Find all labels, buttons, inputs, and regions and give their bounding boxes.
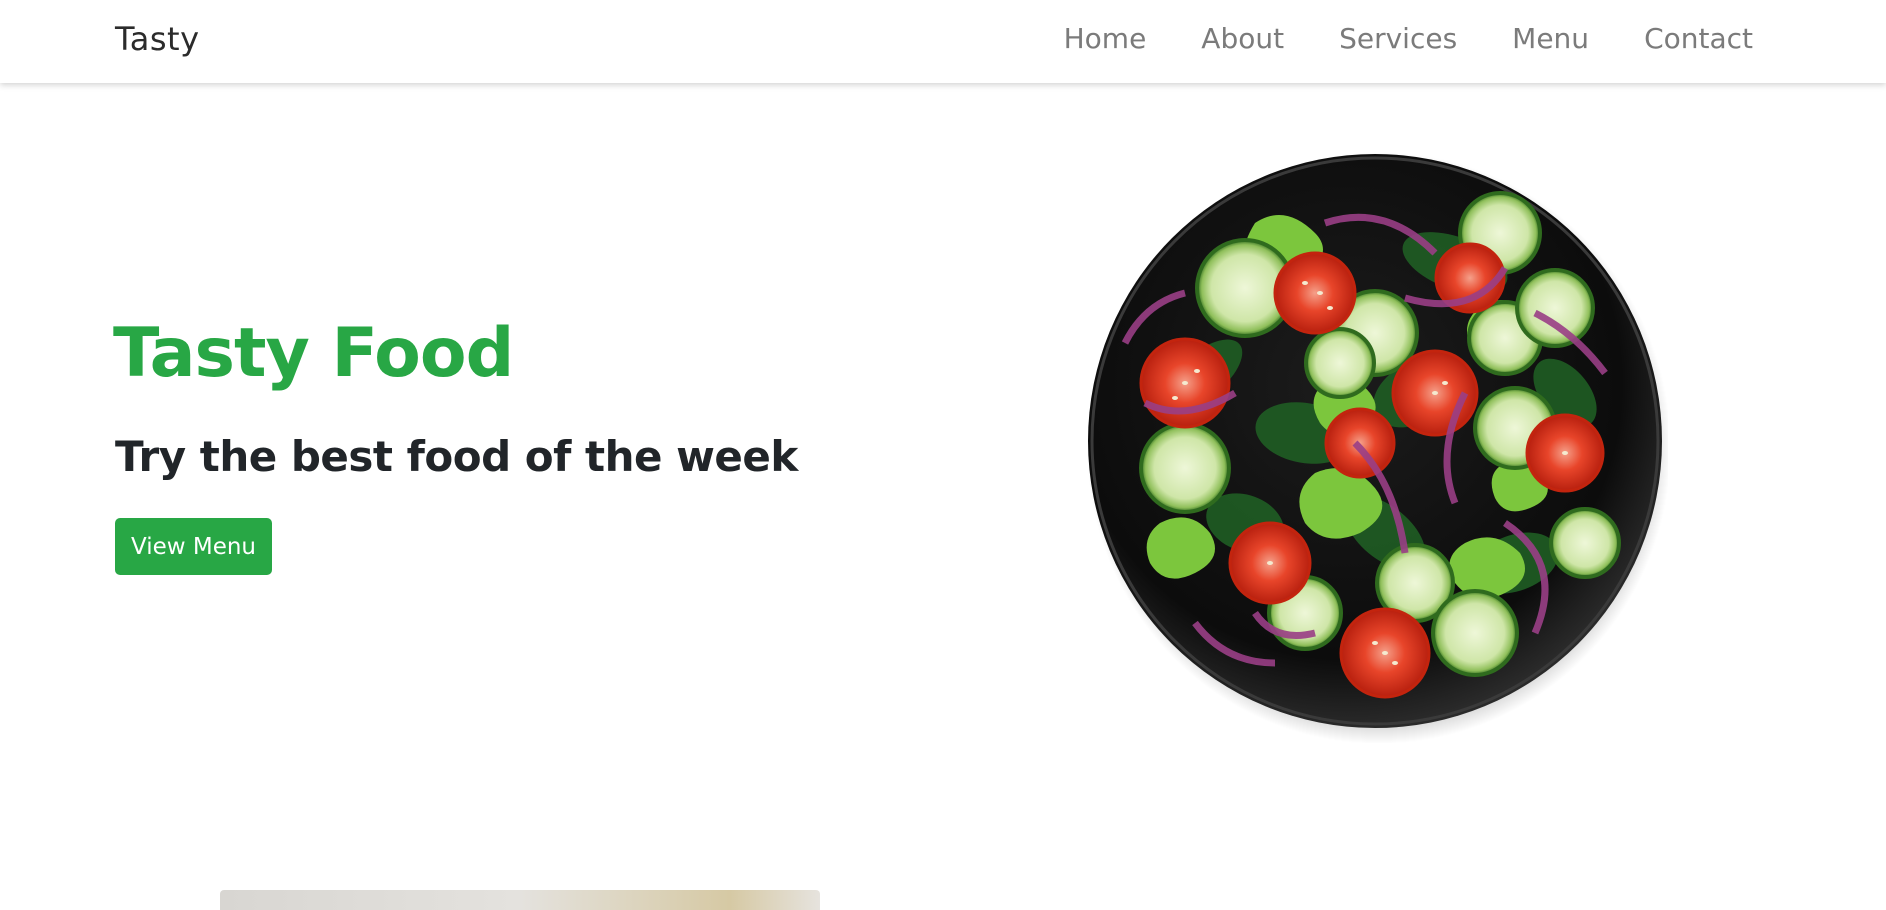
nav-link-about[interactable]: About (1201, 22, 1284, 55)
nav-link-home[interactable]: Home (1064, 22, 1147, 55)
salad-bowl-image (1085, 143, 1671, 744)
hero-title: Tasty Food (113, 314, 514, 393)
nav-links: Home About Services Menu Contact (1009, 22, 1753, 55)
view-menu-button[interactable]: View Menu (115, 518, 272, 575)
nav-link-menu[interactable]: Menu (1512, 22, 1589, 55)
food-image-partial (220, 890, 820, 910)
nav-link-contact[interactable]: Contact (1644, 22, 1753, 55)
salad-plate-illustration (1087, 152, 1671, 744)
brand-logo[interactable]: Tasty (115, 20, 200, 58)
hero-subtitle: Try the best food of the week (115, 432, 798, 481)
top-navbar: Tasty Home About Services Menu Contact (0, 0, 1886, 83)
nav-link-services[interactable]: Services (1339, 22, 1457, 55)
